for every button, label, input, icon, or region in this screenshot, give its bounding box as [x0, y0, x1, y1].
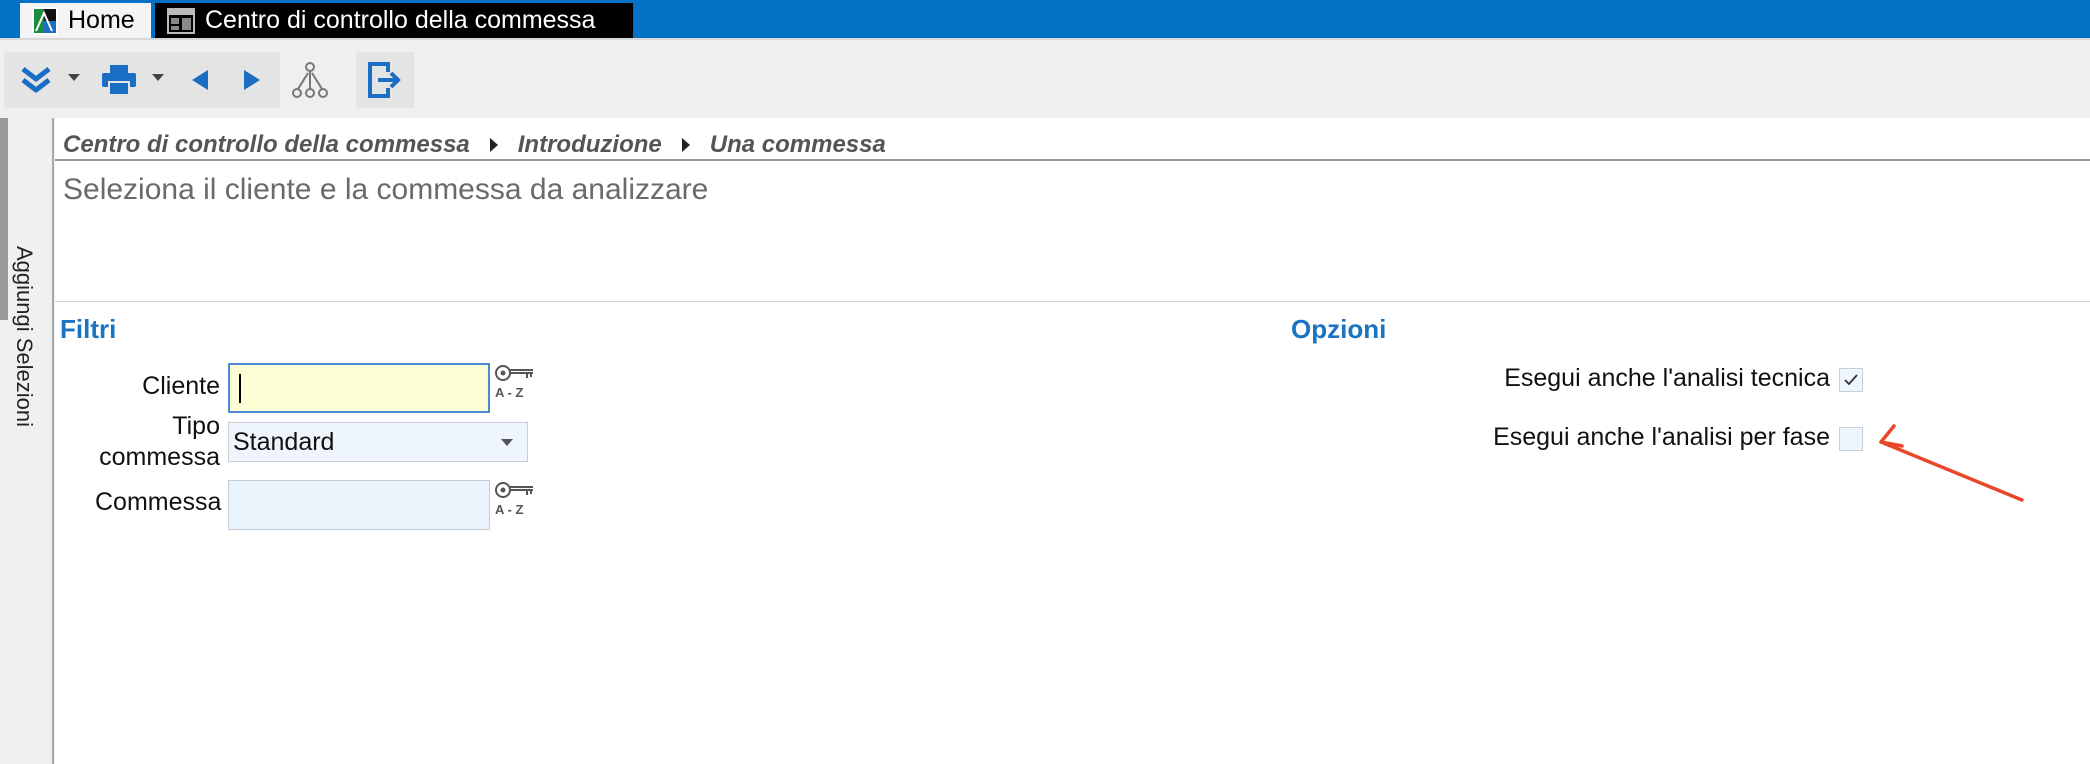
- window-grid-icon: [167, 7, 195, 34]
- chevron-down-icon[interactable]: [501, 439, 513, 446]
- toolbar-group-main: [4, 52, 280, 108]
- toolbar: [0, 38, 2090, 118]
- key-lookup-icon[interactable]: A - Z: [493, 363, 537, 407]
- expand-menu-button[interactable]: [14, 52, 58, 108]
- expand-menu-dropdown-caret[interactable]: [68, 74, 80, 81]
- print-dropdown-caret[interactable]: [152, 74, 164, 81]
- app-logo-icon: [32, 6, 58, 35]
- breadcrumb-divider: [55, 159, 2090, 161]
- application-window: Home Centro di controllo della commessa: [0, 0, 2090, 764]
- arrow-left-icon: [192, 70, 208, 90]
- hierarchy-tree-icon: [292, 62, 328, 98]
- tab-home[interactable]: Home: [20, 3, 151, 38]
- breadcrumb-separator-icon: [489, 138, 498, 152]
- title-tab-bar: Home Centro di controllo della commessa: [0, 0, 2090, 38]
- key-lookup-icon[interactable]: A - Z: [493, 480, 537, 524]
- intro-text: Seleziona il cliente e la commessa da an…: [63, 173, 709, 206]
- lookup-az-text: A - Z: [495, 502, 523, 517]
- cliente-input[interactable]: [228, 363, 490, 413]
- commessa-label: Commessa: [95, 488, 222, 516]
- analisi-fase-label: Esegui anche l'analisi per fase: [1493, 423, 1830, 451]
- commessa-input[interactable]: [228, 480, 490, 530]
- tab-centro-controllo[interactable]: Centro di controllo della commessa: [155, 3, 633, 38]
- next-button[interactable]: [230, 52, 274, 108]
- opzioni-section-title: Opzioni: [1291, 314, 1387, 344]
- tipo-label-line2: commessa: [99, 443, 220, 471]
- analisi-fase-checkbox[interactable]: [1839, 427, 1863, 451]
- breadcrumb-item-introduzione[interactable]: Introduzione: [518, 131, 662, 159]
- tab-home-label: Home: [68, 6, 135, 34]
- section-divider: [55, 301, 2090, 302]
- double-chevron-down-icon: [21, 67, 51, 93]
- breadcrumb-item-centro[interactable]: Centro di controllo della commessa: [63, 131, 470, 159]
- analisi-tecnica-label: Esegui anche l'analisi tecnica: [1504, 364, 1830, 392]
- text-cursor: [239, 374, 241, 403]
- exit-button[interactable]: [360, 52, 410, 108]
- tab-active-label: Centro di controllo della commessa: [205, 6, 596, 34]
- main-content: Centro di controllo della commessa Intro…: [55, 118, 2090, 764]
- toolbar-group-exit: [356, 52, 414, 108]
- side-panel-strip: [0, 118, 8, 320]
- checkmark-icon: [1844, 374, 1858, 386]
- hierarchy-button[interactable]: [288, 52, 332, 108]
- tipo-commessa-value: Standard: [233, 428, 335, 456]
- tipo-label-line1: Tipo: [172, 412, 220, 440]
- breadcrumb-separator-icon: [681, 138, 690, 152]
- breadcrumb-item-commessa[interactable]: Una commessa: [710, 131, 886, 159]
- exit-icon: [368, 62, 401, 98]
- add-selections-tab[interactable]: Aggiungi Selezioni: [11, 246, 37, 427]
- filtri-section-title: Filtri: [60, 314, 117, 344]
- side-selection-panel: Aggiungi Selezioni: [0, 118, 54, 764]
- printer-icon: [102, 65, 136, 96]
- tipo-commessa-label: Tipo commessa: [95, 411, 220, 473]
- lookup-az-text: A - Z: [495, 385, 523, 400]
- tipo-commessa-select[interactable]: Standard: [228, 422, 528, 462]
- previous-button[interactable]: [178, 52, 222, 108]
- print-button[interactable]: [94, 52, 144, 108]
- cliente-label: Cliente: [142, 372, 220, 400]
- arrow-right-icon: [244, 70, 260, 90]
- analisi-tecnica-checkbox[interactable]: [1839, 368, 1863, 392]
